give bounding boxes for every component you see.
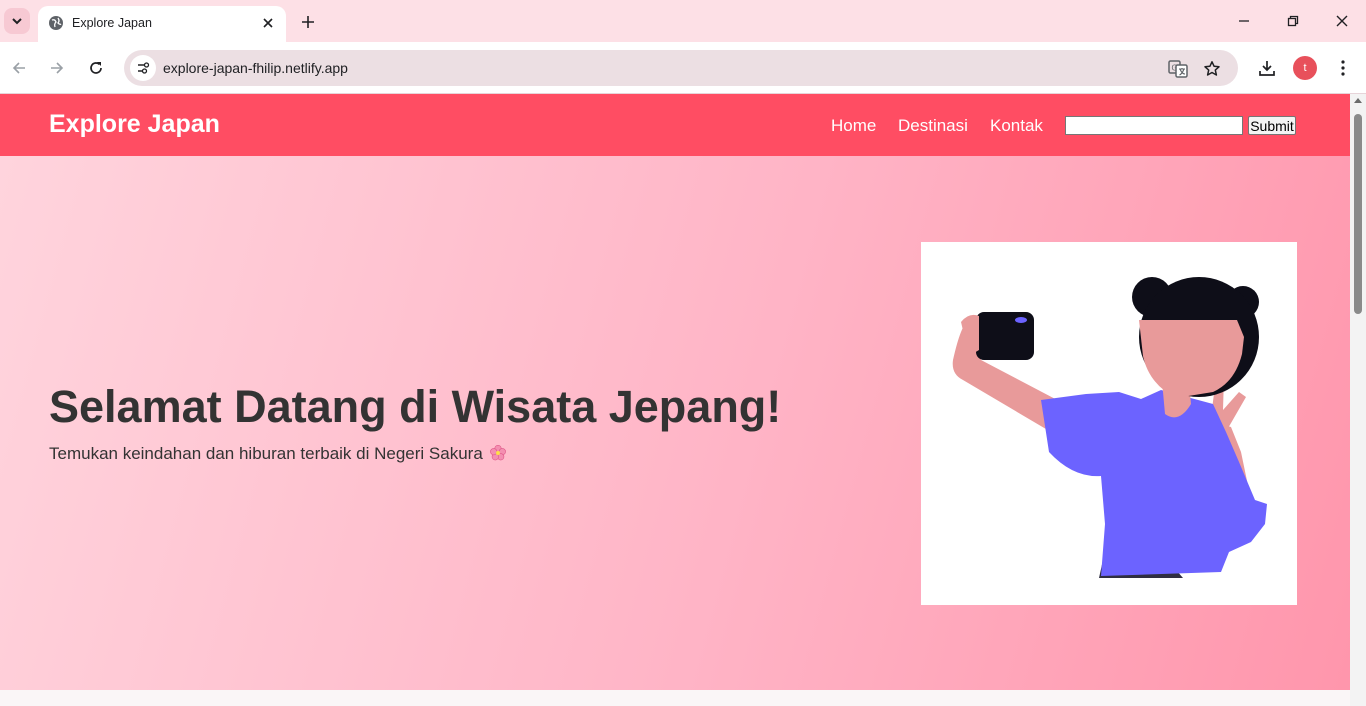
scroll-thumb[interactable] — [1354, 114, 1362, 314]
close-icon — [1336, 15, 1348, 27]
menu-button[interactable] — [1330, 55, 1356, 81]
page-viewport: Explore Japan Home Destinasi Kontak Subm… — [0, 94, 1350, 706]
minimize-button[interactable] — [1221, 6, 1267, 36]
scroll-up-arrow[interactable] — [1354, 98, 1362, 103]
forward-icon — [51, 62, 64, 74]
forward-button[interactable] — [44, 55, 70, 81]
plus-icon — [302, 16, 314, 28]
bookmark-button[interactable] — [1201, 58, 1223, 80]
download-icon — [1259, 61, 1275, 76]
more-icon — [1341, 60, 1345, 76]
browser-tab[interactable]: Explore Japan — [38, 6, 286, 42]
site-info-icon — [138, 62, 150, 74]
new-tab-button[interactable] — [296, 10, 320, 34]
site-brand[interactable]: Explore Japan — [49, 110, 220, 139]
translate-icon: G — [1168, 60, 1188, 78]
nav-kontak-link[interactable]: Kontak — [990, 116, 1043, 136]
tab-list-button[interactable] — [4, 8, 30, 34]
translate-button[interactable]: G — [1167, 58, 1189, 80]
reload-button[interactable] — [83, 55, 109, 81]
globe-icon — [49, 16, 63, 30]
site-header: Explore Japan Home Destinasi Kontak Subm… — [0, 94, 1350, 156]
downloads-button[interactable] — [1254, 55, 1280, 81]
back-icon — [12, 62, 25, 74]
restore-button[interactable] — [1270, 6, 1316, 36]
submit-button[interactable]: Submit — [1248, 116, 1296, 135]
tab-close-button[interactable] — [258, 13, 278, 33]
chevron-down-icon — [12, 18, 22, 25]
browser-toolbar: explore-japan-fhilip.netlify.app G t — [0, 42, 1366, 94]
nav-home-link[interactable]: Home — [831, 116, 876, 136]
star-icon — [1204, 61, 1220, 76]
hero-section: Selamat Datang di Wisata Jepang! Temukan… — [0, 156, 1350, 690]
back-button[interactable] — [6, 55, 32, 81]
woman-selfie-illustration — [952, 277, 1267, 578]
page-scrollbar[interactable] — [1350, 94, 1366, 706]
address-bar[interactable]: explore-japan-fhilip.netlify.app G — [124, 50, 1238, 86]
reload-icon — [90, 62, 102, 74]
browser-tabstrip: Explore Japan — [0, 0, 1366, 42]
tab-title: Explore Japan — [72, 16, 152, 30]
hero-illustration — [921, 242, 1297, 605]
site-info-button[interactable] — [130, 55, 156, 81]
restore-icon — [1287, 15, 1299, 27]
profile-avatar[interactable]: t — [1293, 56, 1317, 80]
nav-destinasi-link[interactable]: Destinasi — [898, 116, 968, 136]
hero-title: Selamat Datang di Wisata Jepang! — [49, 381, 782, 432]
hero-subtitle: Temukan keindahan dan hiburan terbaik di… — [49, 444, 507, 464]
minimize-icon — [1239, 20, 1249, 22]
cherry-blossom-icon — [489, 444, 506, 461]
search-input[interactable] — [1065, 116, 1243, 135]
close-window-button[interactable] — [1319, 6, 1365, 36]
close-icon — [263, 18, 273, 28]
hero-subtitle-text: Temukan keindahan dan hiburan terbaik di… — [49, 444, 483, 463]
url-text[interactable]: explore-japan-fhilip.netlify.app — [163, 60, 348, 76]
